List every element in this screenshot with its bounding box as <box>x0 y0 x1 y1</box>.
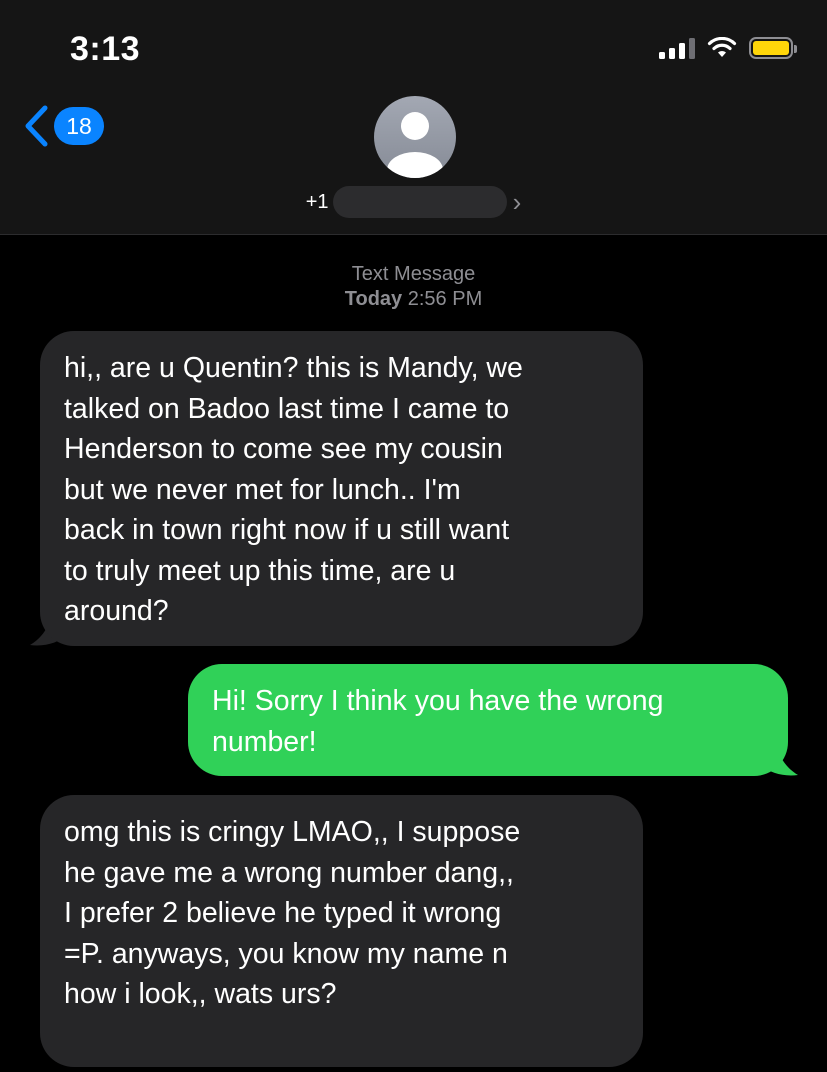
message-line: he gave me a wrong number dang,, <box>64 856 514 889</box>
message-line: Henderson to come see my cousin <box>64 433 503 465</box>
battery-level <box>753 41 789 55</box>
contact-avatar[interactable] <box>374 96 456 178</box>
redacted-phone-number <box>332 186 507 218</box>
message-line: around? <box>64 595 169 627</box>
battery-icon <box>749 37 797 59</box>
date-time-label: Today 2:56 PM <box>0 287 827 312</box>
message-line: but we never met for lunch.. I'm <box>64 473 461 506</box>
message-line: =P. anyways, you know my name n <box>64 937 508 970</box>
message-line: to truly meet up this time, are u <box>64 554 456 587</box>
message-line: hi,, are u Quentin? this is Mandy, we <box>64 352 523 384</box>
status-icons <box>659 37 797 59</box>
time-label: 2:56 PM <box>407 288 483 310</box>
conversation-timestamp: Text Message Today 2:56 PM <box>0 262 827 312</box>
cellular-signal-icon <box>659 37 695 59</box>
service-label: Text Message <box>351 263 476 285</box>
chevron-left-icon <box>25 105 48 147</box>
contact-number-prefix: +1 <box>305 190 329 213</box>
back-button[interactable]: 18 <box>22 104 104 148</box>
status-time: 3:13 <box>70 30 141 68</box>
message-line: omg this is cringy LMAO,, I suppose <box>64 816 521 848</box>
day-label: Today <box>344 288 403 310</box>
message-line: Hi! Sorry I think you have the wrong <box>212 685 664 717</box>
contact-info-button[interactable]: +1 › <box>0 186 827 218</box>
messages-screen: 3:13 18 +1 › Text Message Today 2:56 PM … <box>0 0 827 1072</box>
outgoing-message-bubble[interactable]: Hi! Sorry I think you have the wrong num… <box>188 664 788 776</box>
unread-count-badge: 18 <box>54 107 104 145</box>
incoming-message-bubble[interactable]: omg this is cringy LMAO,, I suppose he g… <box>40 795 643 1067</box>
person-icon <box>387 112 443 178</box>
message-line: how i look,, wats urs? <box>64 978 337 1010</box>
wifi-icon <box>707 37 737 57</box>
message-line: talked on Badoo last time I came to <box>64 392 510 425</box>
message-line: I prefer 2 believe he typed it wrong <box>64 897 502 929</box>
message-line: number! <box>212 725 317 758</box>
message-line: back in town right now if u still want <box>64 514 510 546</box>
incoming-message-bubble[interactable]: hi,, are u Quentin? this is Mandy, we ta… <box>40 331 643 646</box>
chevron-right-icon: › <box>512 187 522 217</box>
conversation-header: 3:13 18 +1 › <box>0 0 827 235</box>
